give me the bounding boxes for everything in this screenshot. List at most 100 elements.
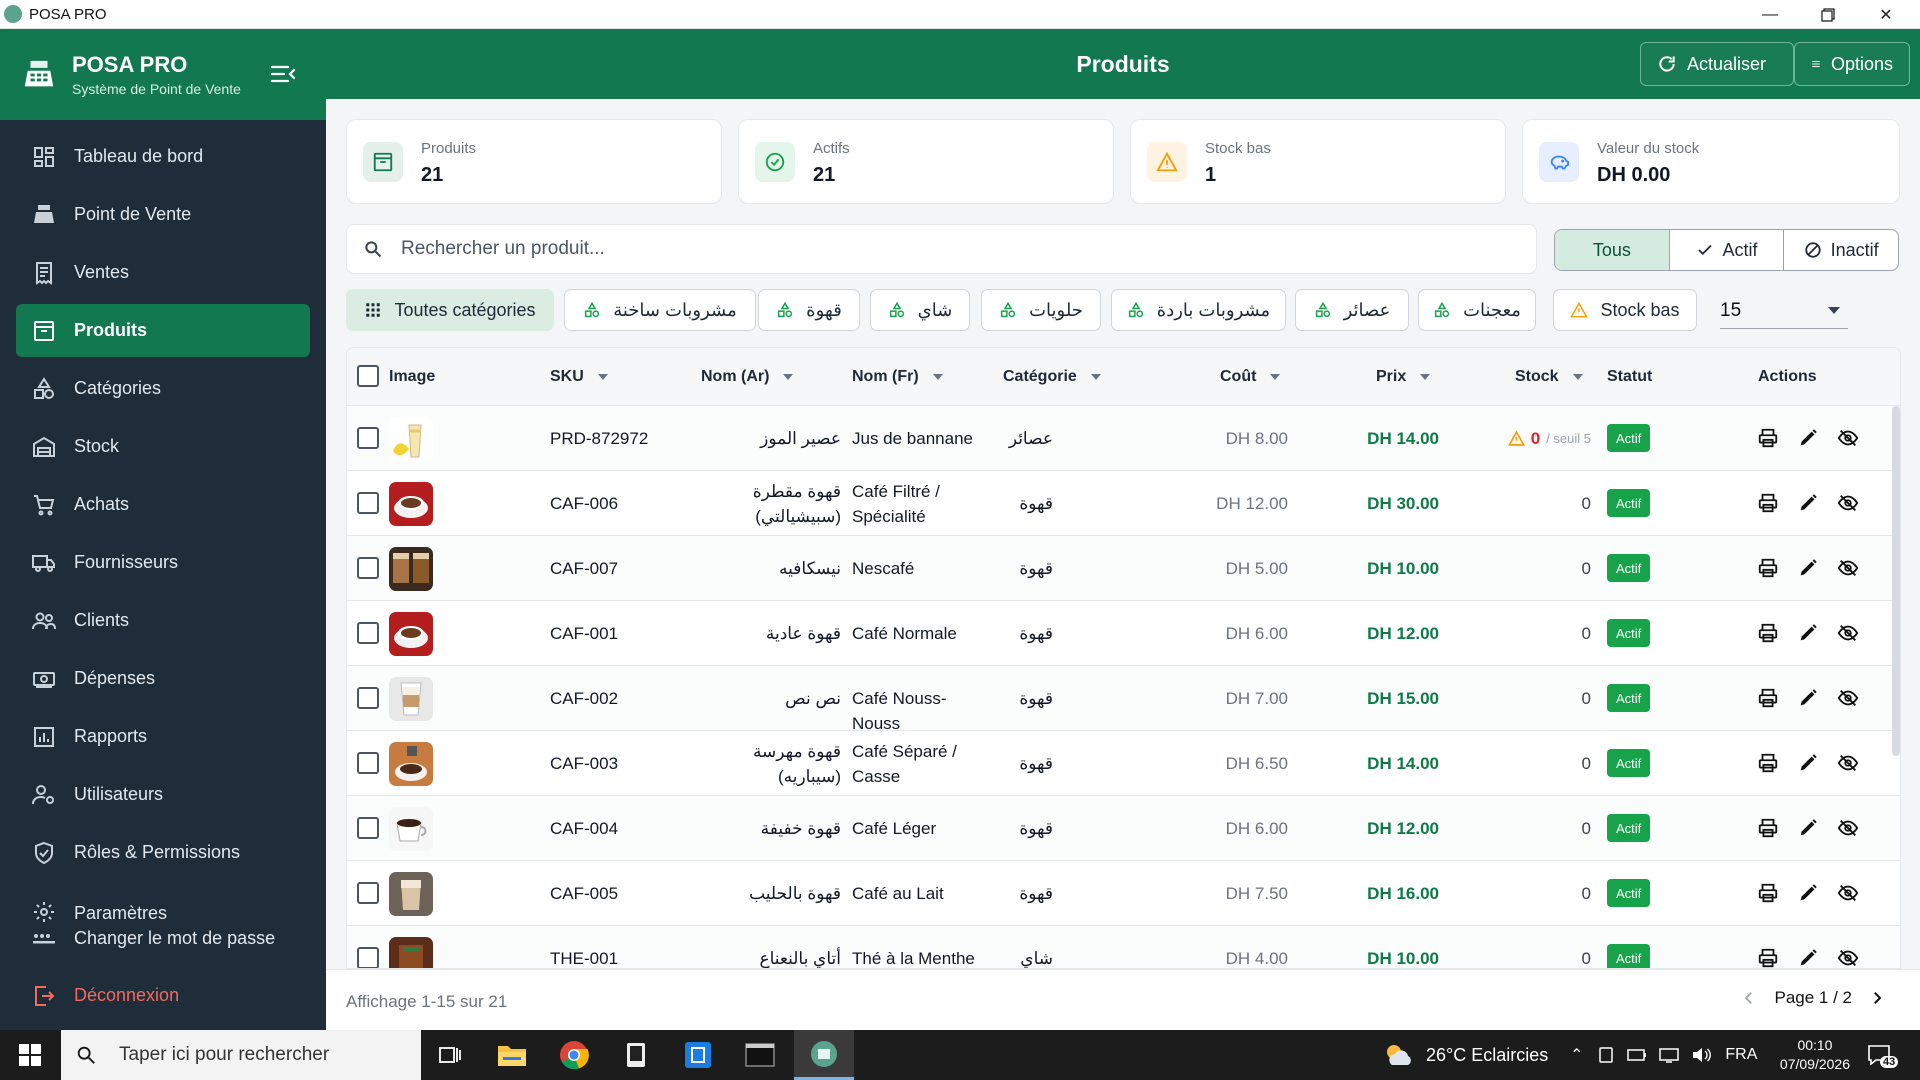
row-checkbox[interactable] <box>357 557 379 579</box>
chip-low-stock[interactable]: Stock bas <box>1553 289 1697 331</box>
edit-icon[interactable] <box>1797 882 1819 904</box>
close-icon[interactable]: ✕ <box>1858 0 1914 29</box>
chip-category[interactable]: شاي <box>870 289 970 331</box>
sidebar-item-products[interactable]: Produits <box>16 304 310 357</box>
hide-icon[interactable] <box>1837 557 1859 579</box>
chip-category[interactable]: معجنات <box>1418 289 1536 331</box>
windows-start-icon[interactable] <box>0 1030 60 1080</box>
table-row[interactable]: THE-001 أتاي بالنعناع Thé à la Menthe شا… <box>347 926 1900 969</box>
column-header-sku[interactable]: SKU <box>550 368 608 386</box>
sidebar-item-users[interactable]: Utilisateurs <box>16 768 310 821</box>
column-header-category[interactable]: Catégorie <box>1003 368 1101 386</box>
table-row[interactable]: CAF-005 قهوة بالحليب Café au Lait قهوة D… <box>347 861 1900 926</box>
chevron-right-icon[interactable] <box>1868 989 1886 1007</box>
row-checkbox[interactable] <box>357 882 379 904</box>
chip-all-categories[interactable]: Toutes catégories <box>346 289 554 331</box>
terminal-icon[interactable] <box>730 1030 790 1080</box>
edit-icon[interactable] <box>1797 752 1819 774</box>
restore-icon[interactable] <box>1800 0 1856 29</box>
chrome-icon[interactable] <box>544 1030 604 1080</box>
select-all-checkbox[interactable] <box>357 365 379 387</box>
sidebar-item-stock[interactable]: Stock <box>16 420 310 473</box>
edit-icon[interactable] <box>1797 557 1819 579</box>
table-row[interactable]: CAF-007 نيسكافيه Nescafé قهوة DH 5.00 DH… <box>347 536 1900 601</box>
device-icon[interactable] <box>1597 1046 1615 1064</box>
volume-icon[interactable] <box>1691 1046 1712 1064</box>
table-row[interactable]: CAF-002 نص نص Café Nouss-Nouss قهوة DH 7… <box>347 666 1900 733</box>
chip-category[interactable]: حلويات <box>981 289 1101 331</box>
table-row[interactable]: CAF-003 قهوة مهرسة (سيباريه) Café Séparé… <box>347 731 1900 796</box>
hide-icon[interactable] <box>1837 947 1859 969</box>
edit-icon[interactable] <box>1797 492 1819 514</box>
row-checkbox[interactable] <box>357 492 379 514</box>
blue-app-icon[interactable] <box>668 1030 728 1080</box>
network-icon[interactable] <box>1659 1047 1680 1063</box>
hide-icon[interactable] <box>1837 752 1859 774</box>
table-row[interactable]: CAF-004 قهوة خفيفة Café Léger قهوة DH 6.… <box>347 796 1900 861</box>
table-row[interactable]: CAF-006 قهوة مقطرة (سبيشيالتي) Café Filt… <box>347 471 1900 536</box>
hide-icon[interactable] <box>1837 492 1859 514</box>
edit-icon[interactable] <box>1797 622 1819 644</box>
taskbar-search[interactable]: Taper ici pour rechercher <box>61 1030 421 1080</box>
tablet-app-icon[interactable] <box>606 1030 666 1080</box>
row-checkbox[interactable] <box>357 947 379 968</box>
chip-category[interactable]: مشروبات باردة <box>1111 289 1286 331</box>
hide-icon[interactable] <box>1837 817 1859 839</box>
row-checkbox[interactable] <box>357 622 379 644</box>
filter-inactive-button[interactable]: Inactif <box>1784 230 1898 270</box>
sidebar-item-clients[interactable]: Clients <box>16 594 310 647</box>
chevron-left-icon[interactable] <box>1740 989 1758 1007</box>
language-indicator[interactable]: FRA <box>1725 1046 1757 1064</box>
column-header-stock[interactable]: Stock <box>1515 368 1583 386</box>
row-checkbox[interactable] <box>357 427 379 449</box>
posa-pro-taskbar-icon[interactable] <box>794 1030 854 1080</box>
column-header-name-fr[interactable]: Nom (Fr) <box>852 368 943 386</box>
table-row[interactable]: CAF-001 قهوة عادية Café Normale قهوة DH … <box>347 601 1900 666</box>
hide-icon[interactable] <box>1837 622 1859 644</box>
edit-icon[interactable] <box>1797 817 1819 839</box>
table-scrollbar[interactable] <box>1892 406 1900 756</box>
column-header-price[interactable]: Prix <box>1376 368 1431 386</box>
per-page-select[interactable]: 15 <box>1720 293 1848 329</box>
row-checkbox[interactable] <box>357 752 379 774</box>
edit-icon[interactable] <box>1797 687 1819 709</box>
row-checkbox[interactable] <box>357 687 379 709</box>
chip-category[interactable]: قهوة <box>758 289 860 331</box>
column-header-cost[interactable]: Coût <box>1220 368 1281 386</box>
file-explorer-icon[interactable] <box>482 1030 542 1080</box>
hide-icon[interactable] <box>1837 427 1859 449</box>
column-header-name-ar[interactable]: Nom (Ar) <box>701 368 794 386</box>
edit-icon[interactable] <box>1797 947 1819 969</box>
filter-active-button[interactable]: Actif <box>1670 230 1785 270</box>
notifications-icon[interactable]: 43 <box>1868 1030 1899 1080</box>
hide-icon[interactable] <box>1837 687 1859 709</box>
table-row[interactable]: PRD-872972 عصير الموز Jus de bannane عصا… <box>347 406 1900 471</box>
options-button[interactable]: Options <box>1794 42 1910 86</box>
sidebar-item-suppliers[interactable]: Fournisseurs <box>16 536 310 589</box>
hide-icon[interactable] <box>1837 882 1859 904</box>
chip-category[interactable]: عصائر <box>1295 289 1409 331</box>
weather-widget[interactable]: 26°C Eclaircies <box>1382 1030 1548 1080</box>
filter-all-button[interactable]: Tous <box>1555 230 1670 270</box>
logout-button[interactable]: Déconnexion <box>16 969 310 1022</box>
change-password-button[interactable]: Changer le mot de passe <box>16 912 310 965</box>
chevron-up-icon[interactable]: ⌃ <box>1570 1045 1583 1065</box>
taskbar-clock[interactable]: 00:10 07/09/2026 <box>1780 1036 1850 1074</box>
sidebar-item-reports[interactable]: Rapports <box>16 710 310 763</box>
sidebar-item-pos[interactable]: Point de Vente <box>16 188 310 241</box>
edit-icon[interactable] <box>1797 427 1819 449</box>
battery-icon[interactable] <box>1627 1047 1647 1063</box>
chip-category[interactable]: مشروبات ساخنة <box>564 289 756 331</box>
sidebar-item-categories[interactable]: Catégories <box>16 362 310 415</box>
sidebar-item-roles[interactable]: Rôles & Permissions <box>16 826 310 879</box>
sidebar-item-purchases[interactable]: Achats <box>16 478 310 531</box>
refresh-button[interactable]: Actualiser <box>1640 42 1794 86</box>
sidebar-item-sales[interactable]: Ventes <box>16 246 310 299</box>
task-view-icon[interactable] <box>420 1030 480 1080</box>
minimize-icon[interactable]: — <box>1742 0 1798 29</box>
search-input[interactable] <box>401 238 1501 260</box>
sidebar-item-dashboard[interactable]: Tableau de bord <box>16 130 310 183</box>
menu-collapse-icon[interactable] <box>270 63 296 85</box>
row-checkbox[interactable] <box>357 817 379 839</box>
sidebar-item-expenses[interactable]: Dépenses <box>16 652 310 705</box>
